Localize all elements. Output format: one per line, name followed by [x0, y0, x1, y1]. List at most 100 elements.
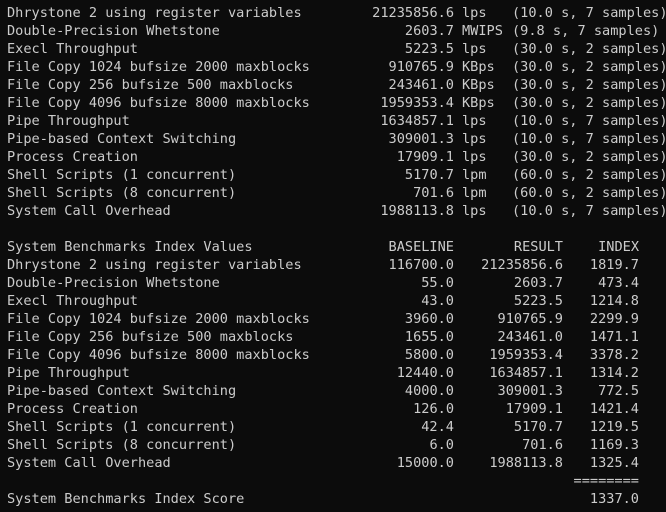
- index-row-name: Pipe-based Context Switching: [7, 383, 237, 399]
- benchmark-unit: lps: [462, 41, 487, 57]
- index-row-index: 1214.8: [589, 293, 639, 309]
- index-row-index: 3378.2: [589, 347, 639, 363]
- index-row-index: 1819.7: [589, 257, 639, 273]
- benchmark-name: File Copy 1024 bufsize 2000 maxblocks: [7, 59, 310, 75]
- index-row-result: 701.6: [522, 437, 563, 453]
- benchmark-unit: lps: [462, 203, 487, 219]
- benchmark-value: 243461.0: [388, 77, 454, 93]
- index-row-baseline: 42.4: [421, 419, 454, 435]
- index-row-result: 243461.0: [497, 329, 563, 345]
- index-row-index: 473.4: [598, 275, 639, 291]
- index-row-name: Shell Scripts (8 concurrent): [7, 437, 237, 453]
- index-row-result: 5170.7: [513, 419, 563, 435]
- benchmark-note: (60.0 s, 2 samples): [512, 167, 666, 183]
- benchmark-name: Process Creation: [7, 149, 138, 165]
- benchmark-value: 2603.7: [404, 23, 454, 39]
- index-row: Process Creation 126.0 17909.1 1421.4: [0, 400, 666, 418]
- benchmark-value: 910765.9: [388, 59, 454, 75]
- benchmark-value: 701.6: [413, 185, 454, 201]
- benchmark-name: Shell Scripts (8 concurrent): [7, 185, 237, 201]
- benchmark-note: (30.0 s, 2 samples): [512, 59, 666, 75]
- index-row-result: 1634857.1: [489, 365, 563, 381]
- result-row: System Call Overhead 1988113.8 lps (10.0…: [0, 202, 666, 220]
- score-separator-row: ========: [0, 472, 666, 490]
- result-row: Shell Scripts (1 concurrent) 5170.7 lpm …: [0, 166, 666, 184]
- index-row-name: Shell Scripts (1 concurrent): [7, 419, 237, 435]
- score-value: 1337.0: [589, 491, 639, 507]
- index-row-baseline: 1655.0: [404, 329, 454, 345]
- index-row-name: Execl Throughput: [7, 293, 138, 309]
- result-row: Dhrystone 2 using register variables 212…: [0, 4, 666, 22]
- benchmark-value: 5223.5: [404, 41, 454, 57]
- result-row: File Copy 256 bufsize 500 maxblocks 2434…: [0, 76, 666, 94]
- benchmark-unit: lpm: [462, 167, 487, 183]
- benchmark-note: (30.0 s, 2 samples): [512, 41, 666, 57]
- benchmark-name: Pipe Throughput: [7, 113, 130, 129]
- index-title: System Benchmarks Index Values: [7, 239, 253, 255]
- index-row-result: 910765.9: [497, 311, 563, 327]
- benchmark-note: (10.0 s, 7 samples): [512, 113, 666, 129]
- index-row: Pipe Throughput 12440.0 1634857.1 1314.2: [0, 364, 666, 382]
- benchmark-unit: lps: [462, 5, 487, 21]
- benchmark-value: 17909.1: [396, 149, 454, 165]
- index-row-baseline: 4000.0: [404, 383, 454, 399]
- index-row: File Copy 1024 bufsize 2000 maxblocks 39…: [0, 310, 666, 328]
- benchmark-note: (30.0 s, 2 samples): [512, 77, 666, 93]
- benchmark-value: 21235856.6: [372, 5, 454, 21]
- index-row: File Copy 256 bufsize 500 maxblocks 1655…: [0, 328, 666, 346]
- benchmark-unit: KBps: [462, 95, 495, 111]
- index-row: Pipe-based Context Switching 4000.0 3090…: [0, 382, 666, 400]
- terminal-output: Dhrystone 2 using register variables 212…: [0, 0, 666, 512]
- benchmark-note: (30.0 s, 2 samples): [512, 149, 666, 165]
- index-row-name: Process Creation: [7, 401, 138, 417]
- index-row-result: 1988113.8: [489, 455, 563, 471]
- index-row-index: 772.5: [598, 383, 639, 399]
- benchmark-value: 5170.7: [404, 167, 454, 183]
- benchmark-note: (10.0 s, 7 samples): [512, 5, 666, 21]
- index-row-index: 1314.2: [589, 365, 639, 381]
- benchmark-name: Shell Scripts (1 concurrent): [7, 167, 237, 183]
- benchmark-unit: MWIPS: [462, 23, 503, 39]
- index-row-baseline: 116700.0: [388, 257, 454, 273]
- index-row-name: File Copy 4096 bufsize 8000 maxblocks: [7, 347, 310, 363]
- result-row: Pipe Throughput 1634857.1 lps (10.0 s, 7…: [0, 112, 666, 130]
- index-row-name: Double-Precision Whetstone: [7, 275, 220, 291]
- benchmark-note: (10.0 s, 7 samples): [512, 203, 666, 219]
- result-row: File Copy 1024 bufsize 2000 maxblocks 91…: [0, 58, 666, 76]
- benchmark-unit: KBps: [462, 59, 495, 75]
- index-row-result: 5223.5: [513, 293, 563, 309]
- result-row: Double-Precision Whetstone 2603.7 MWIPS …: [0, 22, 666, 40]
- benchmark-name: Dhrystone 2 using register variables: [7, 5, 302, 21]
- index-row-index: 1421.4: [589, 401, 639, 417]
- score-label: System Benchmarks Index Score: [7, 491, 245, 507]
- index-row-index: 1471.1: [589, 329, 639, 345]
- score-row: System Benchmarks Index Score 1337.0: [0, 490, 666, 508]
- benchmark-note: (30.0 s, 2 samples): [512, 95, 666, 111]
- benchmark-name: Double-Precision Whetstone: [7, 23, 220, 39]
- result-row: File Copy 4096 bufsize 8000 maxblocks 19…: [0, 94, 666, 112]
- benchmark-unit: lps: [462, 149, 487, 165]
- index-row-index: 1219.5: [589, 419, 639, 435]
- index-row-name: File Copy 1024 bufsize 2000 maxblocks: [7, 311, 310, 327]
- index-row-baseline: 126.0: [413, 401, 454, 417]
- result-row: Pipe-based Context Switching 309001.3 lp…: [0, 130, 666, 148]
- baseline-header: BASELINE: [388, 239, 454, 255]
- index-row-name: Pipe Throughput: [7, 365, 130, 381]
- benchmark-value: 1634857.1: [380, 113, 454, 129]
- index-row: System Call Overhead 15000.0 1988113.8 1…: [0, 454, 666, 472]
- benchmark-unit: KBps: [462, 77, 495, 93]
- index-row: Shell Scripts (8 concurrent) 6.0 701.6 1…: [0, 436, 666, 454]
- benchmark-name: File Copy 256 bufsize 500 maxblocks: [7, 77, 294, 93]
- index-row-result: 1959353.4: [489, 347, 563, 363]
- index-row-index: 2299.9: [589, 311, 639, 327]
- index-row-baseline: 15000.0: [396, 455, 454, 471]
- index-row-baseline: 6.0: [429, 437, 454, 453]
- index-row: Dhrystone 2 using register variables 116…: [0, 256, 666, 274]
- benchmark-value: 1959353.4: [380, 95, 454, 111]
- benchmark-name: Execl Throughput: [7, 41, 138, 57]
- index-header: INDEX: [598, 239, 639, 255]
- index-header-row: System Benchmarks Index Values BASELINE …: [0, 238, 666, 256]
- index-row: Execl Throughput 43.0 5223.5 1214.8: [0, 292, 666, 310]
- result-header: RESULT: [513, 239, 563, 255]
- score-separator: ========: [573, 473, 639, 489]
